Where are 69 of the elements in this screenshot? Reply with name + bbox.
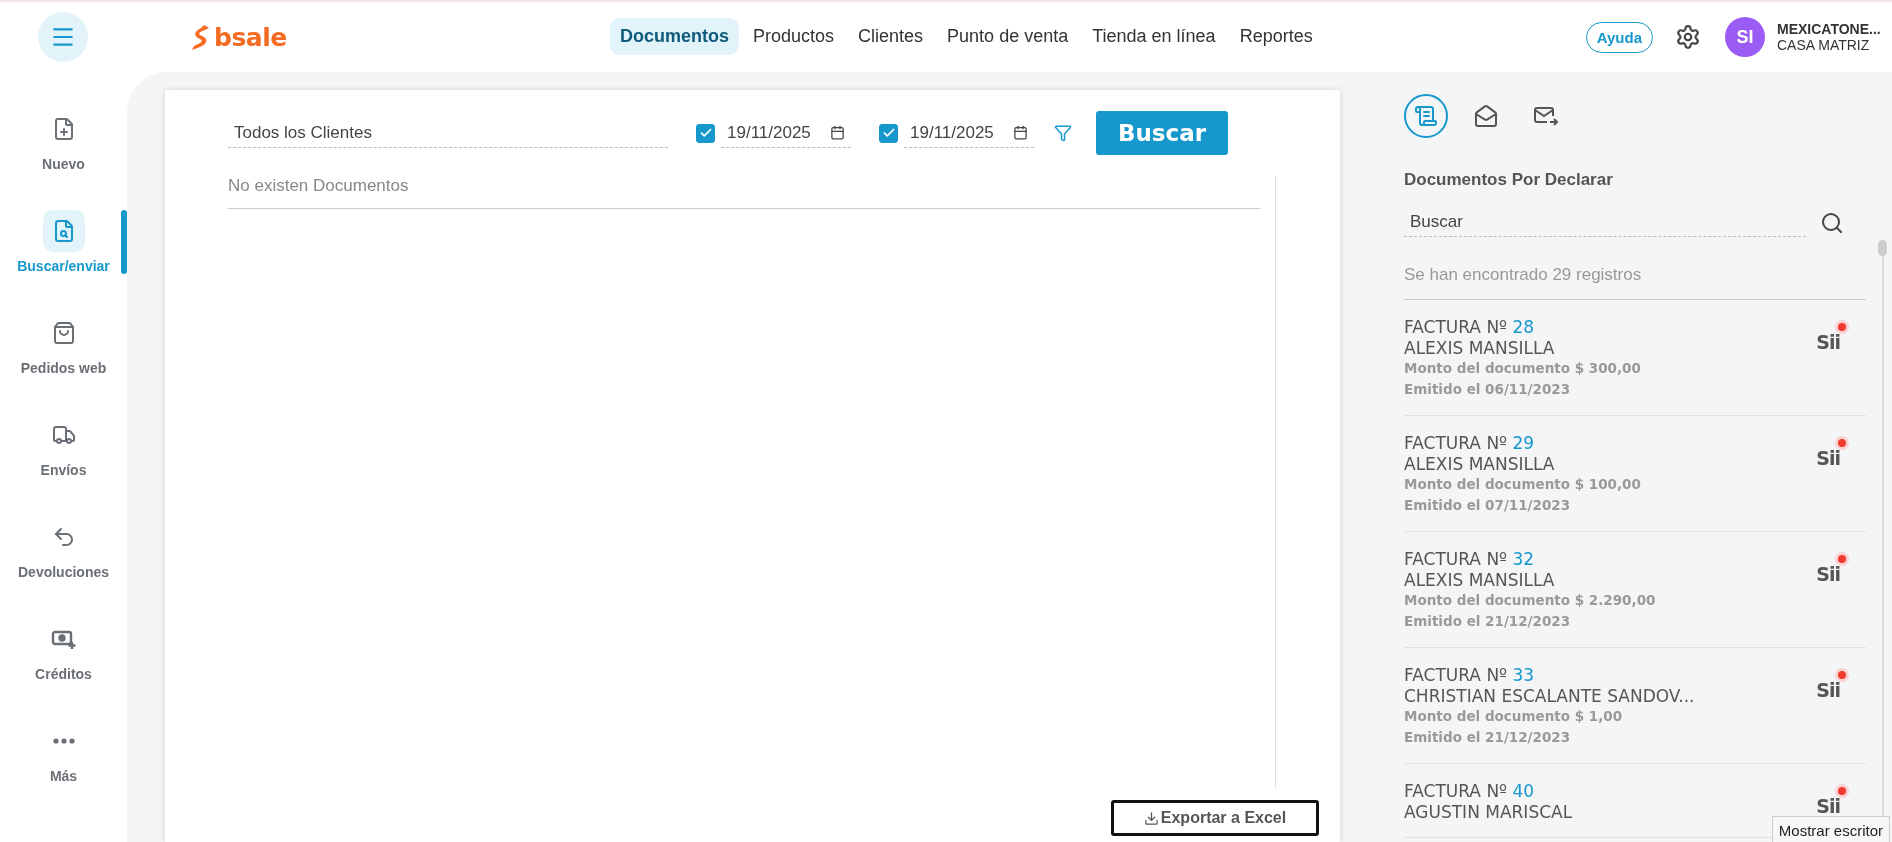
client-field[interactable]: Todos los Clientes — [228, 118, 668, 148]
document-amount: Monto del documento $ 1,00 — [1404, 707, 1624, 726]
checkbox[interactable] — [879, 123, 898, 143]
client-name: ALEXIS MANSILLA — [1404, 454, 1556, 474]
sidebar-item[interactable]: Pedidos web — [0, 312, 127, 376]
issue-date: Emitido el 21/12/2023 — [1404, 612, 1572, 631]
more-icon — [52, 738, 75, 744]
document-amount: Monto del documento $ 100,00 — [1404, 475, 1641, 494]
export-button[interactable]: Exportar a Excel — [1111, 800, 1319, 836]
results-count: Se han encontrado 29 registros — [1404, 265, 1866, 300]
nav-tab[interactable]: Reportes — [1229, 18, 1323, 55]
filter-icon[interactable] — [1054, 124, 1072, 142]
nav-tab[interactable]: Punto de venta — [937, 18, 1079, 55]
logo: bsale — [190, 22, 287, 52]
issue-date: Emitido el 21/12/2023 — [1404, 728, 1572, 747]
account-name: MEXICATONE... — [1777, 21, 1882, 37]
checkbox[interactable] — [696, 123, 715, 143]
branch-name: CASA MATRIZ — [1777, 37, 1871, 53]
sii-label: Sii — [1816, 563, 1840, 585]
document-title: FACTURA Nº 40 — [1404, 781, 1536, 802]
receipt-icon — [1414, 104, 1438, 128]
panel-title: Documentos Por Declarar — [1404, 170, 1614, 190]
calendar-icon — [1013, 125, 1028, 140]
sidebar-item[interactable]: Nuevo — [0, 108, 127, 172]
issue-date: Emitido el 07/11/2023 — [1404, 496, 1572, 515]
sidebar-item[interactable]: Envíos — [0, 414, 127, 478]
issue-date: Emitido el 06/11/2023 — [1404, 380, 1572, 399]
check-icon — [698, 126, 713, 140]
banknote-plus-icon — [50, 628, 77, 650]
date-field[interactable]: 19/11/2025 — [721, 118, 851, 148]
document-amount: Monto del documento $ 300,00 — [1404, 359, 1641, 378]
sii-label: Sii — [1816, 331, 1840, 353]
document-title: FACTURA Nº 29 — [1404, 433, 1536, 454]
download-icon — [1143, 810, 1159, 826]
client-name: ALEXIS MANSILLA — [1404, 338, 1556, 358]
search-field[interactable]: Buscar — [1404, 208, 1806, 237]
check-icon — [881, 126, 896, 140]
menu-button[interactable] — [38, 12, 88, 62]
nav-tab[interactable]: Clientes — [848, 18, 934, 55]
nav-tab[interactable]: Documentos — [610, 18, 739, 55]
sidebar-item[interactable]: Más — [0, 720, 127, 784]
scrollbar-thumb[interactable] — [1878, 240, 1887, 256]
document-title: FACTURA Nº 33 — [1404, 665, 1536, 686]
sii-label: Sii — [1816, 447, 1840, 469]
client-name: ALEXIS MANSILLA — [1404, 570, 1556, 590]
mail-forward-icon — [1533, 105, 1559, 127]
active-indicator — [121, 210, 127, 274]
truck-icon — [51, 423, 76, 447]
calendar-icon — [830, 125, 845, 140]
tooltip: Mostrar escritor — [1771, 816, 1890, 842]
document-amount: Monto del documento $ 2.290,00 — [1404, 591, 1656, 610]
sii-label: Sii — [1816, 679, 1840, 701]
sidebar-item[interactable]: Devoluciones — [0, 516, 127, 580]
date-field[interactable]: 19/11/2025 — [904, 118, 1034, 148]
search-icon[interactable] — [1820, 210, 1844, 235]
client-name: CHRISTIAN ESCALANTE SANDOV... — [1404, 686, 1695, 706]
panel-tab[interactable] — [1404, 94, 1448, 138]
sii-label: Sii — [1816, 795, 1840, 817]
nav-tab[interactable]: Productos — [743, 18, 845, 55]
document-title: FACTURA Nº 28 — [1404, 317, 1536, 338]
avatar[interactable]: SI — [1725, 17, 1765, 57]
settings-icon[interactable] — [1675, 24, 1701, 50]
bag-icon — [51, 321, 76, 345]
envelope-open-icon — [1474, 104, 1498, 128]
document-title: FACTURA Nº 32 — [1404, 549, 1536, 570]
client-name: AGUSTIN MARISCAL — [1404, 802, 1573, 822]
nav-tab[interactable]: Tienda en línea — [1082, 18, 1226, 55]
empty-message: No existen Documentos — [228, 176, 1260, 209]
sidebar-item[interactable]: Créditos — [0, 618, 127, 682]
